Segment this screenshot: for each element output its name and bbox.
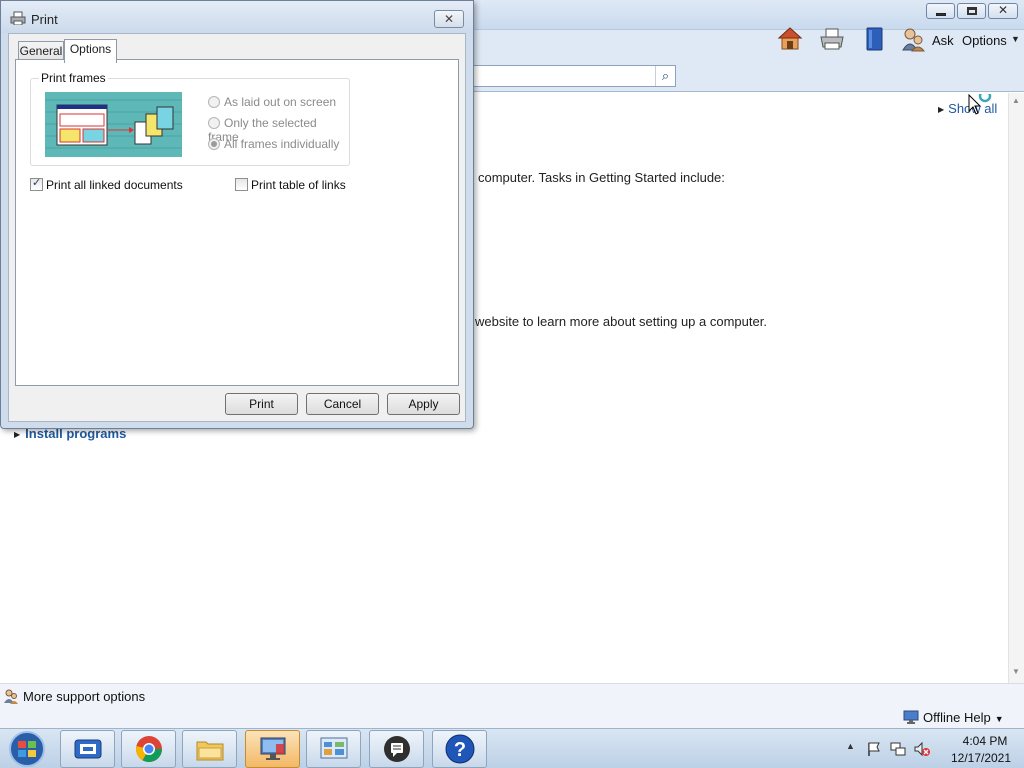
dialog-titlebar: Print ✕ — [1, 1, 473, 33]
chrome-icon — [135, 736, 163, 763]
ask-icon[interactable] — [900, 26, 926, 52]
restore-icon — [967, 7, 977, 15]
print-button[interactable]: Print — [225, 393, 298, 415]
expand-arrow-icon: ▶ — [14, 430, 21, 439]
dialog-close-button[interactable]: ✕ — [434, 10, 464, 28]
search-input[interactable]: ⌕ — [470, 65, 676, 87]
print-linked-documents-checkbox[interactable]: ✓ Print all linked documents — [30, 177, 183, 192]
browse-help-icon[interactable] — [862, 26, 888, 52]
taskbar: ? ▲ 4:04 PM 12/17/2021 — [0, 728, 1024, 768]
chat-icon — [384, 736, 410, 762]
cancel-button[interactable]: Cancel — [306, 393, 379, 415]
print-dialog: Print ✕ General Options Print frames As … — [0, 0, 474, 429]
checkbox-label: Print table of links — [251, 178, 346, 192]
dropdown-arrow-icon: ▼ — [994, 714, 1004, 724]
remote-desktop-active-icon — [260, 737, 286, 760]
system-tray: ▲ 4:04 PM 12/17/2021 — [842, 729, 1024, 768]
checkbox-label: Print all linked documents — [46, 178, 183, 192]
radio-button[interactable] — [208, 117, 220, 129]
taskbar-app-help[interactable]: ? — [432, 730, 487, 768]
content-text: website to learn more about setting up a… — [475, 314, 767, 329]
radio-all-frames-individually[interactable]: All frames individually — [208, 137, 339, 151]
home-icon[interactable] — [777, 26, 803, 52]
clock-date[interactable]: 12/17/2021 — [942, 751, 1020, 765]
more-support-link[interactable]: More support options — [3, 688, 145, 704]
checkbox[interactable]: ✓ — [30, 177, 43, 191]
network-icon[interactable] — [890, 741, 906, 757]
expand-arrow-icon: ▶ — [938, 105, 945, 114]
support-people-icon — [4, 689, 18, 704]
more-support-label: More support options — [23, 689, 146, 704]
svg-text:?: ? — [454, 739, 466, 761]
remote-desktop-icon — [74, 739, 102, 759]
check-mark-icon: ✓ — [32, 177, 42, 189]
minimize-icon — [936, 13, 946, 16]
options-dropdown-icon[interactable]: ▼ — [1011, 34, 1020, 44]
help-icon: ? — [445, 734, 475, 764]
taskbar-app-control-panel[interactable] — [306, 730, 361, 768]
options-tab-panel: Print frames As laid out on screen Only … — [15, 59, 459, 386]
vertical-scrollbar[interactable]: ▲ ▼ — [1008, 93, 1024, 683]
print-icon[interactable] — [819, 26, 845, 52]
tab-options[interactable]: Options — [64, 39, 117, 63]
taskbar-app-remote-desktop[interactable] — [60, 730, 115, 768]
dialog-title: Print — [31, 12, 58, 27]
print-frames-legend: Print frames — [39, 71, 108, 85]
search-icon[interactable]: ⌕ — [655, 66, 675, 86]
offline-help-label: Offline Help — [923, 710, 991, 725]
radio-label: As laid out on screen — [224, 95, 337, 109]
content-text: computer. Tasks in Getting Started inclu… — [478, 170, 725, 185]
scroll-down-icon[interactable]: ▼ — [1012, 667, 1020, 676]
checkbox[interactable] — [235, 178, 248, 191]
close-icon: ✕ — [443, 12, 455, 26]
frames-illustration-image — [45, 92, 182, 157]
radio-button[interactable] — [208, 96, 220, 108]
taskbar-app-remote-desktop-active[interactable] — [245, 730, 300, 768]
minimize-button[interactable] — [926, 3, 955, 19]
offline-help-menu[interactable]: Offline Help ▼ — [903, 710, 1004, 725]
dialog-body: General Options Print frames As laid out… — [8, 33, 466, 422]
control-panel-icon — [320, 737, 348, 759]
taskbar-app-chrome[interactable] — [121, 730, 176, 768]
help-statusbar: More support options Offline Help ▼ — [0, 683, 1024, 728]
printer-icon — [10, 11, 26, 25]
restore-button[interactable] — [957, 3, 986, 19]
scroll-up-icon[interactable]: ▲ — [1012, 96, 1020, 105]
print-frames-group: Print frames As laid out on screen Only … — [30, 71, 350, 166]
radio-as-laid-out[interactable]: As laid out on screen — [208, 95, 336, 109]
file-explorer-icon — [196, 741, 224, 761]
show-hidden-icons-icon[interactable]: ▲ — [846, 741, 862, 757]
mouse-cursor-icon — [968, 94, 992, 115]
print-table-of-links-checkbox[interactable]: Print table of links — [235, 178, 346, 192]
taskbar-app-file-explorer[interactable] — [182, 730, 237, 768]
volume-muted-icon[interactable] — [914, 741, 930, 757]
radio-button[interactable] — [208, 138, 220, 150]
clock-time[interactable]: 4:04 PM — [952, 734, 1018, 748]
apply-button[interactable]: Apply — [387, 393, 460, 415]
close-icon: ✕ — [997, 3, 1009, 17]
ask-label[interactable]: Ask — [932, 33, 954, 48]
options-menu[interactable]: Options — [962, 33, 1007, 48]
close-button[interactable]: ✕ — [988, 3, 1018, 19]
start-button[interactable] — [2, 730, 52, 768]
monitor-icon — [903, 710, 919, 724]
radio-label: All frames individually — [224, 137, 340, 151]
taskbar-app-chat[interactable] — [369, 730, 424, 768]
action-center-flag-icon[interactable] — [866, 741, 882, 757]
